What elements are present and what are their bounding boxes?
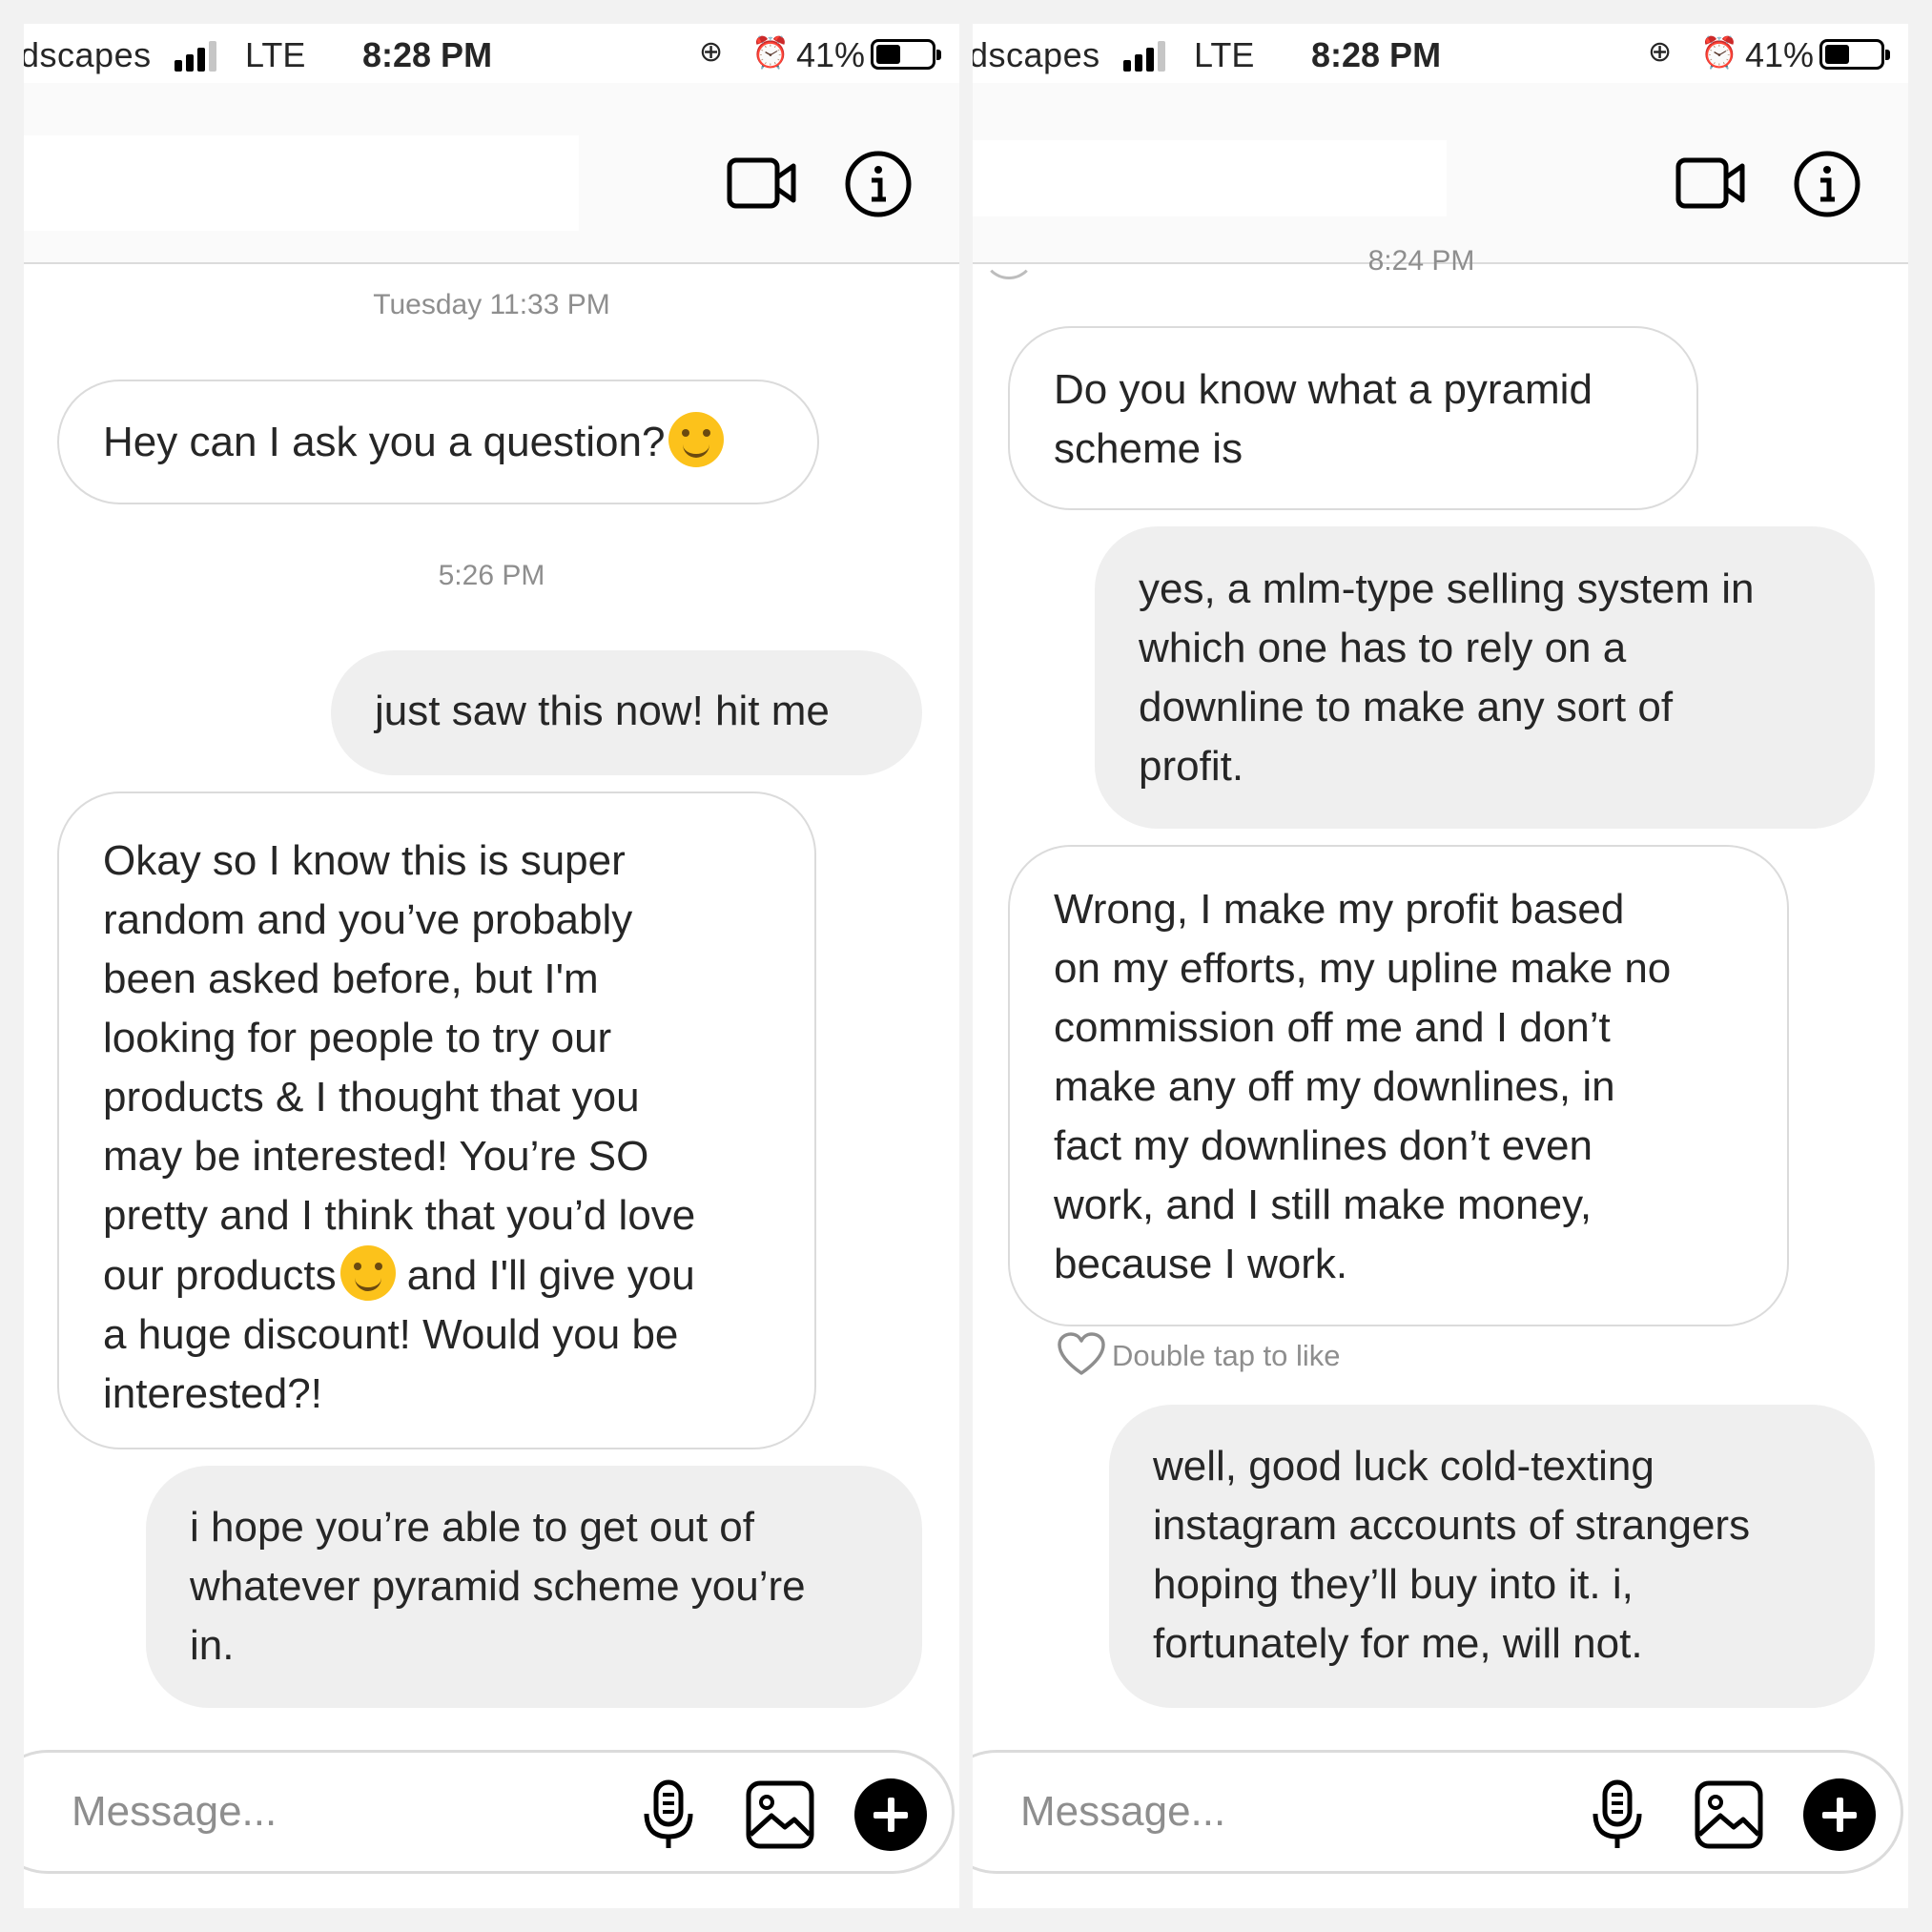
message-line: i hope you’re able to get out of [190, 1504, 754, 1551]
message-bubble-incoming[interactable]: Wrong, I make my profit based on my effo… [1008, 845, 1789, 1326]
info-icon[interactable] [844, 150, 913, 218]
battery-icon [1819, 39, 1890, 70]
contact-name-redacted[interactable] [24, 135, 579, 231]
message-line: fact my downlines don’t even [1054, 1122, 1593, 1169]
status-bar: dscapes LTE 8:28 PM ⊕ ⏰ 41% [973, 24, 1908, 83]
message-line: random and you’ve probably [103, 896, 633, 943]
info-icon[interactable] [1793, 150, 1861, 218]
message-line: whatever pyramid scheme you’re [190, 1563, 806, 1610]
message-line: profit. [1139, 743, 1244, 790]
message-line: commission off me and I don’t [1054, 1004, 1611, 1051]
message-bubble-outgoing[interactable]: i hope you’re able to get out of whateve… [146, 1466, 922, 1708]
message-line: interested?! [103, 1370, 322, 1417]
chat-screen-right: dscapes LTE 8:28 PM ⊕ ⏰ 41% 8:24 PM Do y… [973, 24, 1908, 1908]
signal-icon [175, 39, 222, 72]
clock: 8:28 PM [1311, 35, 1442, 74]
message-line: and I'll give you [395, 1252, 695, 1299]
plus-icon[interactable] [854, 1778, 927, 1851]
message-line: hoping they’ll buy into it. i, [1153, 1561, 1634, 1608]
smiling-face-emoji [339, 1245, 396, 1301]
message-input[interactable] [1020, 1776, 1554, 1848]
alarm-icon: ⏰ [751, 35, 790, 70]
message-line: because I work. [1054, 1241, 1348, 1287]
chat-header [973, 83, 1908, 279]
message-line: scheme is [1054, 425, 1243, 472]
network-type: LTE [245, 35, 306, 74]
message-bubble-outgoing[interactable]: yes, a mlm-type selling system in which … [1095, 526, 1875, 829]
message-text: Hey can I ask you a question? [103, 419, 666, 465]
heart-icon [1058, 1332, 1105, 1375]
message-line: pretty and I think that you’d love [103, 1192, 696, 1239]
orientation-lock-icon: ⊕ [1648, 36, 1673, 68]
message-composer [973, 1750, 1903, 1874]
message-line: on my efforts, my upline make no [1054, 945, 1672, 992]
battery-icon [871, 39, 941, 70]
gallery-icon[interactable] [745, 1779, 815, 1850]
message-line: which one has to rely on a [1139, 625, 1627, 671]
message-line: been asked before, but I'm [103, 956, 599, 1002]
video-call-icon[interactable] [1675, 154, 1746, 212]
message-line: products & I thought that you [103, 1074, 640, 1120]
message-line-with-emoji: our products and I'll give you [103, 1245, 771, 1305]
message-line: may be interested! You’re SO [103, 1133, 649, 1180]
message-timestamp: 8:24 PM [1367, 245, 1475, 277]
like-hint-text: Double tap to like [1112, 1339, 1341, 1372]
message-line: yes, a mlm-type selling system in [1139, 565, 1755, 612]
carrier-name: dscapes [973, 35, 1100, 74]
battery-percentage: 41% [796, 35, 866, 74]
message-line: well, good luck cold-texting [1153, 1443, 1655, 1490]
message-line: Wrong, I make my profit based [1054, 886, 1625, 933]
message-line: work, and I still make money, [1054, 1182, 1593, 1228]
status-bar: dscapes LTE 8:28 PM ⊕ ⏰ 41% [24, 24, 959, 83]
chat-screen-left: dscapes LTE 8:28 PM ⊕ ⏰ 41% Tuesday 11:3… [24, 24, 959, 1908]
microphone-icon[interactable] [1591, 1779, 1644, 1850]
message-composer [24, 1750, 955, 1874]
clock: 8:28 PM [362, 35, 493, 74]
message-line: instagram accounts of strangers [1153, 1502, 1751, 1549]
message-bubble-outgoing[interactable]: just saw this now! hit me [331, 650, 922, 775]
gallery-icon[interactable] [1694, 1779, 1764, 1850]
message-line: fortunately for me, will not. [1153, 1620, 1643, 1667]
plus-icon[interactable] [1803, 1778, 1876, 1851]
message-line: Okay so I know this is super [103, 837, 626, 884]
message-bubble-outgoing[interactable]: well, good luck cold-texting instagram a… [1109, 1405, 1875, 1708]
microphone-icon[interactable] [642, 1779, 695, 1850]
message-line: in. [190, 1622, 235, 1669]
orientation-lock-icon: ⊕ [699, 36, 724, 68]
video-call-icon[interactable] [727, 154, 797, 212]
message-bubble-incoming[interactable]: Okay so I know this is super random and … [57, 791, 816, 1449]
contact-name-redacted[interactable] [973, 140, 1447, 216]
chat-header [24, 83, 959, 264]
message-bubble-incoming[interactable]: Do you know what a pyramid scheme is [1008, 326, 1698, 510]
signal-icon [1123, 39, 1171, 72]
message-line: a huge discount! Would you be [103, 1311, 679, 1358]
message-timestamp: Tuesday 11:33 PM [373, 289, 610, 320]
message-line: make any off my downlines, in [1054, 1063, 1615, 1110]
network-type: LTE [1194, 35, 1255, 74]
battery-percentage: 41% [1745, 35, 1815, 74]
message-input[interactable] [72, 1776, 606, 1848]
alarm-icon: ⏰ [1700, 35, 1738, 70]
hugging-face-emoji [668, 412, 725, 467]
message-bubble-incoming[interactable]: Hey can I ask you a question? [57, 380, 819, 504]
message-text: just saw this now! hit me [375, 688, 830, 734]
carrier-name: dscapes [24, 35, 152, 74]
message-timestamp: 5:26 PM [438, 560, 545, 591]
message-line: looking for people to try our [103, 1015, 612, 1061]
message-line: downline to make any sort of [1139, 684, 1674, 730]
message-line: our products [103, 1252, 337, 1299]
message-line: Do you know what a pyramid [1054, 366, 1593, 413]
